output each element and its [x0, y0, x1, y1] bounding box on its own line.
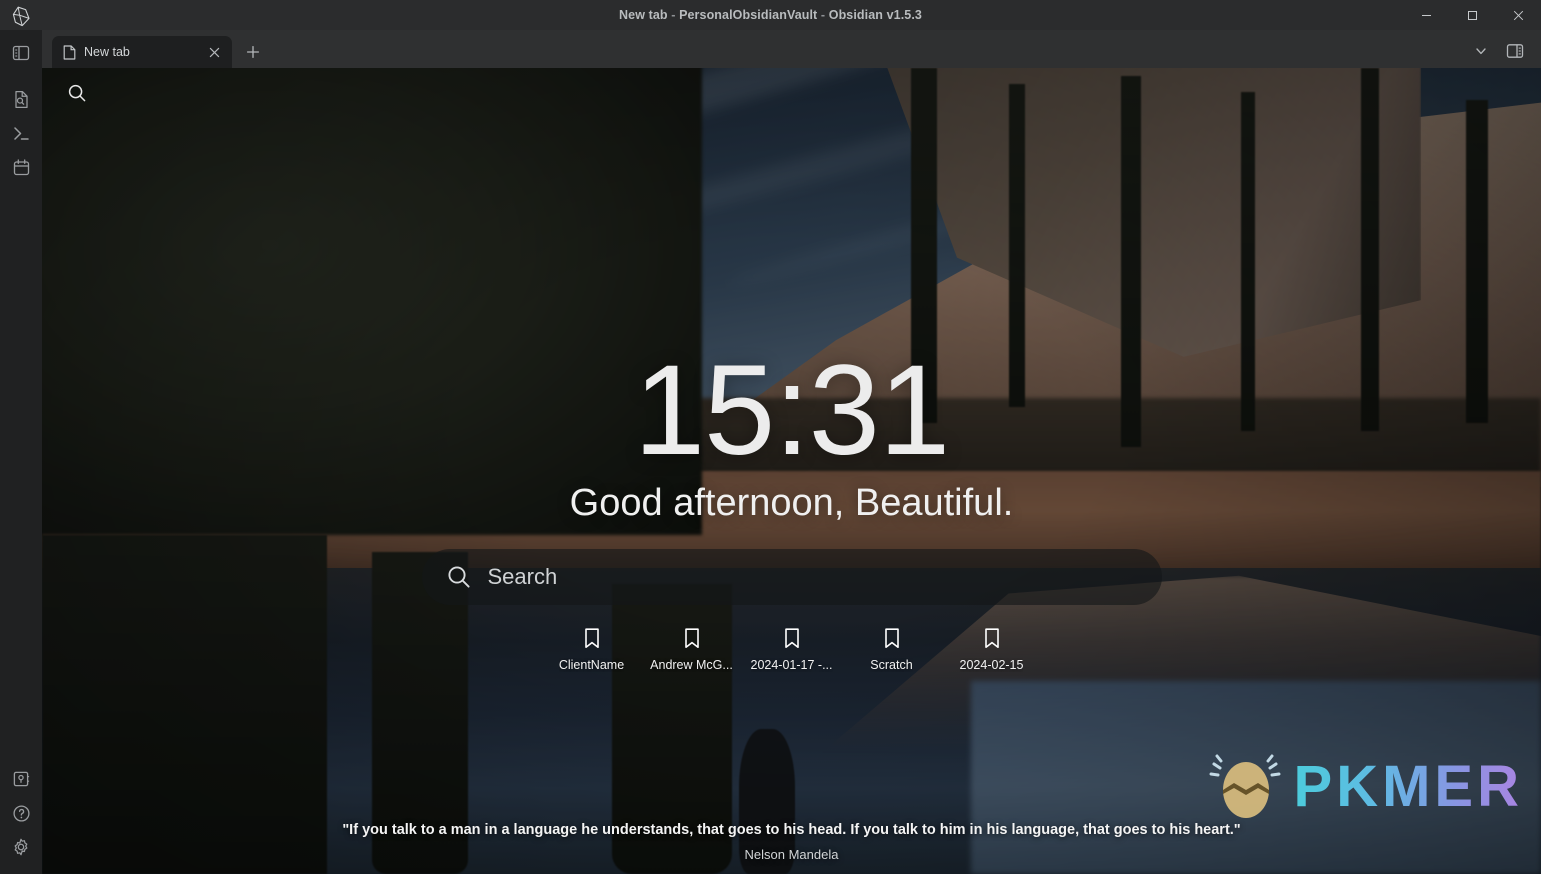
close-button[interactable] [1495, 0, 1541, 30]
minimize-icon [1421, 14, 1431, 16]
calendar-icon [13, 158, 29, 175]
sidebar-item-command-palette[interactable] [6, 118, 36, 148]
window-title-vault: PersonalObsidianVault [679, 8, 818, 22]
window-controls [1403, 0, 1541, 30]
bookmark-label: ClientName [558, 657, 625, 672]
settings-gear-icon [14, 838, 28, 856]
bookmark-shortcuts: ClientName Andrew McG... 2024-01-17 -...… [542, 627, 1042, 672]
sidebar-item-quick-switcher[interactable] [6, 84, 36, 114]
ribbon-top-group [6, 30, 36, 184]
search-icon [446, 564, 472, 590]
bookmark-icon-glyph [584, 627, 599, 648]
bookmark-icon [682, 627, 702, 651]
bookmark-icon [982, 627, 1002, 651]
bookmark-icon-glyph [884, 627, 899, 648]
bookmark-item[interactable]: ClientName [542, 627, 642, 672]
new-tab-button[interactable] [240, 39, 266, 65]
close-icon [209, 47, 219, 57]
title-bar: New tab - PersonalObsidianVault - Obsidi… [0, 0, 1541, 30]
bookmark-label: Scratch [870, 657, 913, 672]
tab-label: New tab [84, 45, 130, 59]
tab-bar-right-controls [1467, 38, 1541, 64]
pkmer-text: PKMER [1293, 753, 1523, 819]
window-title-app: Obsidian v1.5.3 [828, 8, 922, 22]
greeting-text: Good afternoon, Beautiful. [569, 481, 1014, 524]
close-icon [1513, 10, 1523, 20]
quote-author: Nelson Mandela [744, 847, 839, 862]
help-circle-icon [12, 804, 30, 822]
chevron-down-icon [1476, 48, 1486, 55]
bookmark-item[interactable]: 2024-01-17 -... [742, 627, 842, 672]
pkmer-egg-icon [1209, 754, 1281, 818]
bookmark-icon-glyph [984, 627, 999, 648]
bookmark-label: 2024-01-17 -... [750, 657, 833, 672]
vault-switcher-icon [13, 771, 30, 787]
clock-display: 15:31 [633, 339, 950, 482]
maximize-icon [1467, 10, 1477, 20]
toggle-left-sidebar-button[interactable] [6, 38, 36, 68]
window-title: New tab - PersonalObsidianVault - Obsidi… [619, 8, 922, 22]
sidebar-item-calendar[interactable] [6, 152, 36, 182]
help-button[interactable] [6, 798, 36, 828]
bookmark-item[interactable]: Andrew McG... [642, 627, 742, 672]
plus-icon [246, 45, 260, 59]
bookmark-icon-glyph [784, 627, 799, 648]
minimize-button[interactable] [1403, 0, 1449, 30]
pkmer-watermark: PKMER [1206, 750, 1523, 822]
quote-text: "If you talk to a man in a language he u… [342, 822, 1241, 838]
window-title-document: New tab [619, 8, 668, 22]
tab-new-tab[interactable]: New tab [52, 36, 232, 68]
tab-close-button[interactable] [204, 42, 224, 62]
bookmark-icon [882, 627, 902, 651]
quote-block: "If you talk to a man in a language he u… [42, 822, 1541, 862]
search-placeholder: Search [487, 563, 558, 589]
settings-button[interactable] [6, 832, 36, 862]
toggle-left-sidebar-icon [12, 45, 30, 61]
tab-bar: New tab [42, 30, 1541, 68]
obsidian-logo [9, 5, 33, 27]
file-search-icon [14, 90, 28, 108]
maximize-button[interactable] [1449, 0, 1495, 30]
bookmark-label: 2024-02-15 [959, 657, 1024, 672]
file-icon [63, 44, 76, 60]
banner-search-icon-button[interactable] [62, 78, 92, 108]
toggle-right-sidebar-button[interactable] [1501, 38, 1529, 64]
left-ribbon [0, 30, 42, 874]
bookmark-icon-glyph [684, 627, 699, 648]
search-icon [68, 84, 86, 102]
toggle-right-sidebar-icon [1506, 44, 1524, 58]
bookmark-icon [782, 627, 802, 651]
search-input[interactable]: Search [421, 548, 1162, 605]
window-title-sep2: - [817, 8, 829, 22]
window-title-sep1: - [667, 8, 680, 22]
bookmark-item[interactable]: 2024-02-15 [942, 627, 1042, 672]
bookmark-icon [582, 627, 602, 651]
vault-switcher-button[interactable] [6, 764, 36, 794]
new-tab-banner: 15:31 Good afternoon, Beautiful. Search [42, 68, 1541, 874]
obsidian-gem-icon [12, 6, 30, 26]
bookmark-item[interactable]: Scratch [842, 627, 942, 672]
obsidian-window: New tab - PersonalObsidianVault - Obsidi… [0, 0, 1541, 874]
tab-list-dropdown-button[interactable] [1467, 38, 1495, 64]
search-icon-glyph [447, 566, 470, 588]
bookmark-label: Andrew McG... [650, 657, 733, 672]
ribbon-bottom-group [6, 762, 36, 874]
terminal-icon [13, 126, 29, 140]
